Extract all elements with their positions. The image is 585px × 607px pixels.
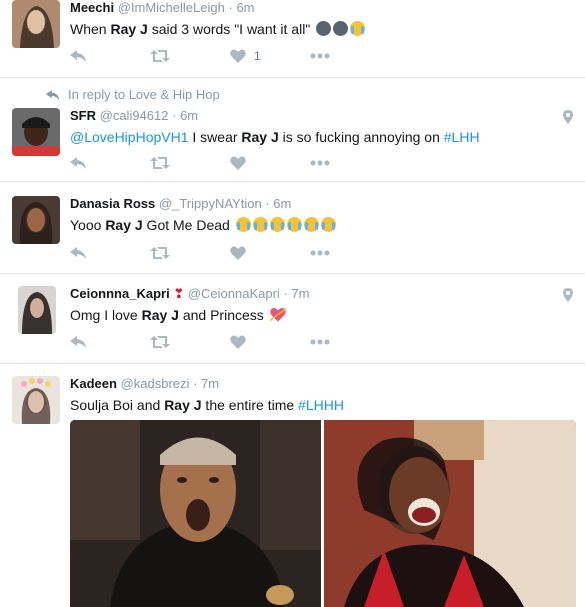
more-icon — [310, 53, 330, 59]
loudly-crying-emoji-icon — [235, 217, 251, 232]
more-button[interactable] — [310, 250, 330, 256]
like-button[interactable] — [230, 156, 310, 170]
heart-icon — [230, 49, 246, 63]
heart-icon — [230, 156, 246, 170]
tweet-actions: 1 — [70, 46, 330, 66]
handle[interactable]: @CeionnaKapri — [188, 286, 280, 301]
handle[interactable]: @_TrippyNAYtion — [159, 196, 262, 211]
cupid-heart-emoji-icon — [269, 307, 287, 322]
heart-icon — [230, 246, 246, 260]
reply-button[interactable] — [70, 247, 150, 259]
loudly-crying-emoji-icon — [286, 217, 302, 232]
timestamp[interactable]: 7m — [291, 286, 309, 301]
avatar[interactable] — [12, 376, 60, 424]
like-button[interactable] — [230, 335, 310, 349]
display-name[interactable]: Meechi — [70, 0, 114, 15]
dark-face-emoji-icon — [316, 21, 332, 36]
tweet-media[interactable] — [70, 420, 576, 607]
display-name[interactable]: Ceionnna_Kapri — [70, 286, 170, 301]
reply-icon — [70, 336, 86, 348]
media-photo-right[interactable] — [324, 420, 576, 607]
separator: · — [265, 196, 270, 211]
tweet-4[interactable]: Ceionnna_Kapri ❣ @CeionnaKapri · 7m Omg … — [0, 274, 585, 364]
more-button[interactable] — [310, 160, 330, 166]
tweet-text: Yooo Ray J Got Me Dead — [70, 216, 565, 235]
hashtag-link[interactable]: #LHHH — [298, 397, 344, 413]
tweet-header: Meechi @ImMichelleLeigh · 6m — [70, 0, 565, 16]
avatar[interactable] — [18, 286, 56, 334]
reply-context-label: In reply to Love & Hip Hop — [68, 87, 220, 102]
tweet-text: When Ray J said 3 words "I want it all" — [70, 20, 565, 39]
tweet-text: Soulja Boi and Ray J the entire time #LH… — [70, 397, 344, 413]
crying-laughing-emoji-icon — [350, 21, 366, 36]
retweet-icon — [150, 157, 170, 169]
more-button[interactable] — [310, 339, 330, 345]
handle[interactable]: @ImMichelleLeigh — [118, 0, 225, 15]
timestamp[interactable]: 7m — [201, 376, 219, 391]
reply-button[interactable] — [70, 157, 150, 169]
tweet-text: @LoveHipHopVH1 I swear Ray J is so fucki… — [70, 129, 480, 145]
more-icon — [310, 250, 330, 256]
display-name[interactable]: Kadeen — [70, 376, 117, 391]
reply-icon — [70, 247, 86, 259]
tweet-header: Ceionnna_Kapri ❣ @CeionnaKapri · 7m — [70, 286, 565, 302]
reply-context[interactable]: In reply to Love & Hip Hop — [46, 87, 220, 102]
display-name[interactable]: SFR — [70, 108, 96, 123]
retweet-button[interactable] — [150, 49, 230, 63]
separator: · — [228, 0, 233, 15]
retweet-icon — [150, 247, 170, 259]
tweet-actions — [70, 332, 330, 352]
avatar[interactable] — [12, 196, 60, 244]
tweet-header: Kadeen @kadsbrezi · 7m — [70, 376, 565, 392]
reply-context-icon — [46, 89, 60, 100]
timestamp[interactable]: 6m — [180, 108, 198, 123]
loudly-crying-emoji-icon — [252, 217, 268, 232]
display-name[interactable]: Danasia Ross — [70, 196, 155, 211]
loudly-crying-emoji-icon — [303, 217, 319, 232]
like-button[interactable]: 1 — [230, 49, 310, 63]
separator: · — [172, 108, 177, 123]
separator: · — [283, 286, 288, 301]
tweet-header: SFR @cali94612 · 6m — [70, 108, 565, 124]
avatar[interactable] — [12, 0, 60, 48]
media-photo-left[interactable] — [70, 420, 321, 607]
heart-icon — [230, 335, 246, 349]
heart-exclamation-emoji-icon: ❣ — [173, 286, 185, 301]
avatar[interactable] — [12, 108, 60, 156]
tweet-actions — [70, 153, 330, 173]
tweet-text: Omg I love Ray J and Princess — [70, 306, 565, 325]
retweet-button[interactable] — [150, 246, 230, 260]
more-icon — [310, 339, 330, 345]
timestamp[interactable]: 6m — [273, 196, 291, 211]
handle[interactable]: @cali94612 — [100, 108, 169, 123]
reply-button[interactable] — [70, 50, 150, 62]
loudly-crying-emoji-icon — [320, 217, 336, 232]
hashtag-link[interactable]: #LHH — [444, 129, 480, 145]
tweet-3[interactable]: Danasia Ross @_TrippyNAYtion · 6m Yooo R… — [0, 182, 585, 274]
loudly-crying-emoji-icon — [269, 217, 285, 232]
dark-face-emoji-icon — [333, 21, 349, 36]
tweet-2[interactable]: In reply to Love & Hip Hop SFR @cali9461… — [0, 78, 585, 182]
reply-icon — [70, 157, 86, 169]
more-button[interactable] — [310, 53, 330, 59]
like-button[interactable] — [230, 246, 310, 260]
handle[interactable]: @kadsbrezi — [121, 376, 190, 391]
reply-icon — [70, 50, 86, 62]
timestamp[interactable]: 6m — [236, 0, 254, 15]
tweet-actions — [70, 243, 330, 263]
tweet-header: Danasia Ross @_TrippyNAYtion · 6m — [70, 196, 565, 212]
tweet-1[interactable]: Meechi @ImMichelleLeigh · 6m When Ray J … — [0, 0, 585, 78]
retweet-icon — [150, 50, 170, 62]
like-count: 1 — [254, 49, 261, 63]
retweet-button[interactable] — [150, 335, 230, 349]
separator: · — [193, 376, 198, 391]
reply-button[interactable] — [70, 336, 150, 348]
retweet-button[interactable] — [150, 156, 230, 170]
retweet-icon — [150, 336, 170, 348]
more-icon — [310, 160, 330, 166]
mention-link[interactable]: @LoveHipHopVH1 — [70, 129, 189, 145]
